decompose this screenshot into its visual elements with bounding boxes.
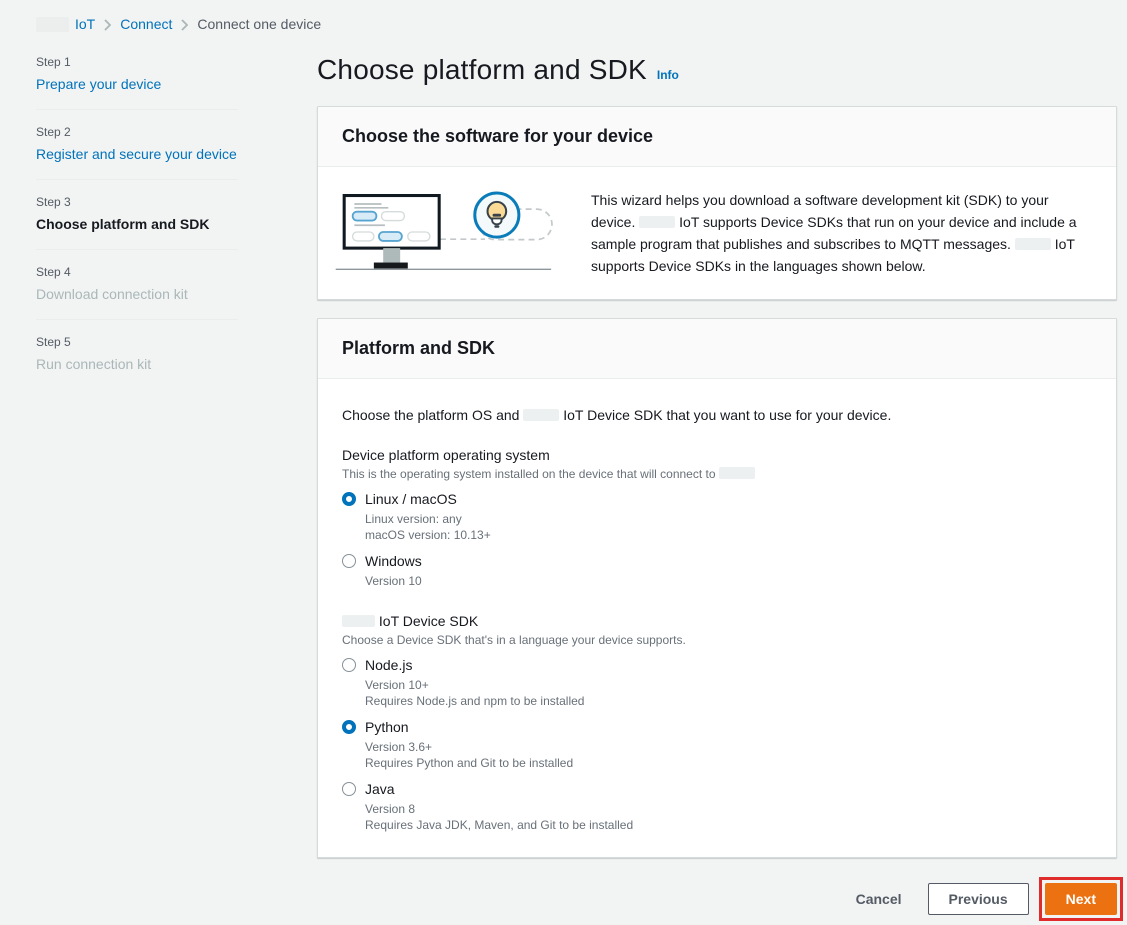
- radio-option-node-js[interactable]: Node.js Version 10+Requires Node.js and n…: [342, 657, 1092, 709]
- platform-intro-text: Choose the platform OS and IoT Device SD…: [342, 407, 1092, 423]
- radio-option-detail-line: Version 10: [365, 573, 1092, 589]
- step-number: Step 4: [36, 265, 238, 279]
- sdk-group-label: IoT Device SDK: [342, 613, 1092, 629]
- step-item-register-and-secure-your-device: Step 2 Register and secure your device: [36, 110, 238, 180]
- radio-option-detail-line: Version 8: [365, 801, 1092, 817]
- breadcrumb-item-connect-one-device: Connect one device: [197, 16, 321, 32]
- page-header: Choose platform and SDK Info: [317, 54, 1117, 86]
- breadcrumb-chevron-icon: [104, 19, 111, 31]
- radio-option-detail-line: Requires Node.js and npm to be installed: [365, 693, 1092, 709]
- breadcrumb-chevron-icon: [181, 19, 188, 31]
- breadcrumb-label: Connect one device: [197, 16, 321, 32]
- step-number: Step 5: [36, 335, 238, 349]
- radio-option-detail-line: Requires Python and Git to be installed: [365, 755, 1092, 771]
- radio-option-java[interactable]: Java Version 8Requires Java JDK, Maven, a…: [342, 781, 1092, 833]
- cancel-button[interactable]: Cancel: [852, 885, 906, 913]
- radio-option-detail-line: Version 3.6+: [365, 739, 1092, 755]
- platform-card-title: Platform and SDK: [318, 319, 1116, 379]
- step-link-prepare-your-device[interactable]: Prepare your device: [36, 76, 238, 92]
- steps-sidebar: Step 1 Prepare your device Step 2 Register …: [36, 52, 317, 921]
- main-content: Choose platform and SDK Info Choose the …: [317, 52, 1117, 921]
- radio-option-details: Version 10+Requires Node.js and npm to b…: [365, 677, 1092, 709]
- radio-option-details: Version 3.6+Requires Python and Git to b…: [365, 739, 1092, 771]
- device-sdk-illustration: [334, 181, 563, 283]
- breadcrumb-item-iot[interactable]: IoT: [36, 16, 95, 32]
- radio-option-label: Windows: [365, 553, 422, 569]
- connect-one-device-wizard: IoT Connect Connect one device Step 1 Prepa…: [0, 0, 1127, 921]
- next-button-highlight-annotation: Next: [1039, 877, 1123, 921]
- page-layout: Step 1 Prepare your device Step 2 Register …: [0, 52, 1127, 921]
- os-group-label: Device platform operating system: [342, 447, 1092, 463]
- step-link-register-and-secure-your-device[interactable]: Register and secure your device: [36, 146, 238, 162]
- breadcrumb-label: IoT: [75, 16, 95, 32]
- redacted-text: [36, 17, 69, 32]
- radio-option-details: Version 8Requires Java JDK, Maven, and G…: [365, 801, 1092, 833]
- radio-option-details: Linux version: anymacOS version: 10.13+: [365, 511, 1092, 543]
- step-item-run-connection-kit: Step 5 Run connection kit: [36, 320, 238, 389]
- radio-option-detail-line: Requires Java JDK, Maven, and Git to be …: [365, 817, 1092, 833]
- step-item-download-connection-kit: Step 4 Download connection kit: [36, 250, 238, 320]
- radio-option-detail-line: Linux version: any: [365, 511, 1092, 527]
- redacted-text: [639, 216, 675, 228]
- previous-button[interactable]: Previous: [928, 883, 1029, 915]
- step-number: Step 2: [36, 125, 238, 139]
- radio-option-windows[interactable]: Windows Version 10: [342, 553, 1092, 589]
- sdk-options-list: Node.js Version 10+Requires Node.js and n…: [342, 657, 1092, 833]
- radio-option-label: Python: [365, 719, 409, 735]
- redacted-text: [719, 467, 755, 479]
- platform-card-body: Choose the platform OS and IoT Device SD…: [318, 379, 1116, 857]
- redacted-text: [1015, 238, 1051, 250]
- monitor-icon: [344, 196, 439, 269]
- software-card-description: This wizard helps you download a softwar…: [591, 181, 1096, 277]
- sdk-group-description: Choose a Device SDK that's in a language…: [342, 633, 1092, 647]
- radio-option-label: Node.js: [365, 657, 412, 673]
- radio-option-label: Java: [365, 781, 395, 797]
- radio-option-linux-macos[interactable]: Linux / macOS Linux version: anymacOS ver…: [342, 491, 1092, 543]
- next-button[interactable]: Next: [1045, 883, 1117, 915]
- software-card-title: Choose the software for your device: [318, 107, 1116, 167]
- info-link[interactable]: Info: [657, 68, 679, 82]
- step-link-choose-platform-and-sdk: Choose platform and SDK: [36, 216, 238, 232]
- step-link-run-connection-kit: Run connection kit: [36, 356, 238, 372]
- step-number: Step 3: [36, 195, 238, 209]
- radio-option-details: Version 10: [365, 573, 1092, 589]
- step-item-prepare-your-device: Step 1 Prepare your device: [36, 52, 238, 110]
- radio-icon-unselected[interactable]: [342, 554, 356, 568]
- radio-option-python[interactable]: Python Version 3.6+Requires Python and Gi…: [342, 719, 1092, 771]
- breadcrumb-item-connect[interactable]: Connect: [120, 16, 172, 32]
- radio-icon-unselected[interactable]: [342, 782, 356, 796]
- redacted-text: [523, 409, 559, 421]
- os-group-description: This is the operating system installed o…: [342, 467, 1092, 481]
- step-number: Step 1: [36, 55, 238, 69]
- radio-icon-unselected[interactable]: [342, 658, 356, 672]
- radio-option-detail-line: macOS version: 10.13+: [365, 527, 1092, 543]
- page-title: Choose platform and SDK: [317, 54, 647, 86]
- breadcrumb-label: Connect: [120, 16, 172, 32]
- platform-card: Platform and SDK Choose the platform OS …: [317, 318, 1117, 858]
- software-card: Choose the software for your device: [317, 106, 1117, 300]
- step-item-choose-platform-and-sdk: Step 3 Choose platform and SDK: [36, 180, 238, 250]
- breadcrumb: IoT Connect Connect one device: [0, 0, 1127, 32]
- sdk-radio-group: IoT Device SDK Choose a Device SDK that'…: [342, 613, 1092, 833]
- os-options-list: Linux / macOS Linux version: anymacOS ver…: [342, 491, 1092, 589]
- radio-icon-selected[interactable]: [342, 492, 356, 506]
- redacted-text: [342, 615, 375, 627]
- software-card-body: This wizard helps you download a softwar…: [318, 167, 1116, 299]
- os-radio-group: Device platform operating system This is…: [342, 447, 1092, 589]
- radio-option-label: Linux / macOS: [365, 491, 457, 507]
- step-link-download-connection-kit: Download connection kit: [36, 286, 238, 302]
- wizard-footer: Cancel Previous Next: [317, 877, 1117, 921]
- radio-icon-selected[interactable]: [342, 720, 356, 734]
- radio-option-detail-line: Version 10+: [365, 677, 1092, 693]
- lightbulb-icon: [475, 193, 519, 237]
